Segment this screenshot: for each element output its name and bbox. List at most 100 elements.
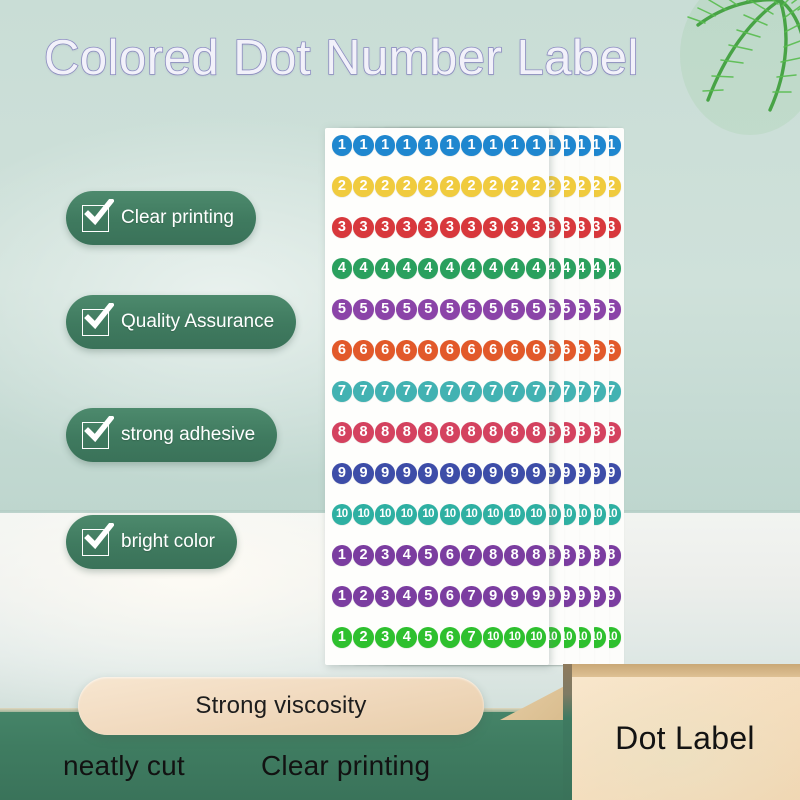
sticker-dot[interactable]: 3	[504, 217, 525, 238]
sticker-dot[interactable]: 10	[504, 627, 525, 648]
sticker-dot[interactable]: 5	[439, 299, 461, 320]
sticker-dot[interactable]: 10	[525, 504, 547, 525]
sticker-dot[interactable]: 5	[417, 627, 439, 648]
sticker-dot[interactable]: 3	[374, 545, 396, 566]
sticker-dot[interactable]: 3	[525, 217, 547, 238]
sticker-dot[interactable]: 4	[439, 258, 461, 279]
sticker-dot[interactable]: 9	[504, 463, 525, 484]
sticker-dot[interactable]: 1	[504, 135, 525, 156]
sticker-dot[interactable]: 10	[417, 504, 439, 525]
sticker-dot[interactable]: 1	[396, 135, 417, 156]
sticker-dot[interactable]: 9	[482, 586, 504, 607]
sticker-dot[interactable]: 5	[482, 299, 504, 320]
sticker-dot[interactable]: 2	[417, 176, 439, 197]
feature-pill-clear-printing[interactable]: Clear printing	[66, 191, 256, 245]
sticker-dot[interactable]: 8	[525, 422, 547, 443]
sticker-dot[interactable]: 8	[482, 545, 504, 566]
sticker-dot[interactable]: 3	[331, 217, 353, 238]
sticker-dot[interactable]: 3	[396, 217, 417, 238]
sticker-dot[interactable]: 4	[396, 627, 417, 648]
sticker-dot[interactable]: 7	[374, 381, 396, 402]
sticker-dot[interactable]: 2	[439, 176, 461, 197]
sticker-dot[interactable]: 6	[482, 340, 504, 361]
sticker-dot[interactable]: 7	[439, 381, 461, 402]
sticker-dot[interactable]: 1	[525, 135, 547, 156]
sticker-dot[interactable]: 8	[439, 422, 461, 443]
sticker-dot[interactable]: 1	[417, 135, 439, 156]
feature-pill-quality-assurance[interactable]: Quality Assurance	[66, 295, 297, 349]
sticker-dot[interactable]: 8	[331, 422, 353, 443]
sticker-dot[interactable]: 9	[461, 463, 482, 484]
sticker-dot[interactable]: 10	[439, 504, 461, 525]
sticker-dot[interactable]: 9	[525, 586, 547, 607]
sticker-dot[interactable]: 3	[374, 217, 396, 238]
sticker-dot[interactable]: 1	[439, 135, 461, 156]
sticker-dot[interactable]: 2	[353, 586, 374, 607]
sticker-dot[interactable]: 2	[331, 176, 353, 197]
sticker-dot[interactable]: 8	[504, 545, 525, 566]
sticker-dot[interactable]: 7	[417, 381, 439, 402]
sticker-dot[interactable]: 6	[461, 340, 482, 361]
sticker-sheet-front[interactable]: 1111111111222222222233333333334444444444…	[325, 128, 549, 665]
sticker-dot[interactable]: 1	[374, 135, 396, 156]
sticker-dot[interactable]: 7	[525, 381, 547, 402]
sticker-dot[interactable]: 8	[353, 422, 374, 443]
sticker-dot[interactable]: 9	[396, 463, 417, 484]
sticker-dot[interactable]: 8	[482, 422, 504, 443]
sticker-dot[interactable]: 3	[374, 627, 396, 648]
sticker-dot[interactable]: 6	[417, 340, 439, 361]
sticker-dot[interactable]: 5	[504, 299, 525, 320]
sticker-dot[interactable]: 3	[439, 217, 461, 238]
sticker-dot[interactable]: 7	[482, 381, 504, 402]
sticker-dot[interactable]: 6	[439, 627, 461, 648]
sticker-dot[interactable]: 7	[331, 381, 353, 402]
sticker-dot[interactable]: 1	[353, 135, 374, 156]
sticker-dot[interactable]: 3	[461, 217, 482, 238]
sticker-dot[interactable]: 9	[374, 463, 396, 484]
sticker-dot[interactable]: 5	[331, 299, 353, 320]
sticker-dot[interactable]: 1	[331, 135, 353, 156]
sticker-dot[interactable]: 1	[482, 135, 504, 156]
sticker-dot[interactable]: 4	[525, 258, 547, 279]
sticker-dot[interactable]: 9	[353, 463, 374, 484]
sticker-dot[interactable]: 9	[439, 463, 461, 484]
sticker-dot[interactable]: 3	[374, 586, 396, 607]
sticker-dot[interactable]: 7	[461, 381, 482, 402]
sticker-dot[interactable]: 5	[396, 299, 417, 320]
sticker-dot[interactable]: 10	[461, 504, 482, 525]
sticker-dot[interactable]: 7	[353, 381, 374, 402]
sticker-dot[interactable]: 6	[374, 340, 396, 361]
sticker-dot[interactable]: 5	[417, 586, 439, 607]
sticker-dot[interactable]: 8	[525, 545, 547, 566]
sticker-dot[interactable]: 2	[353, 627, 374, 648]
sticker-dot[interactable]: 10	[482, 504, 504, 525]
sticker-dot[interactable]: 5	[461, 299, 482, 320]
sticker-dot[interactable]: 5	[374, 299, 396, 320]
sticker-dot[interactable]: 3	[353, 217, 374, 238]
sticker-dot[interactable]: 1	[461, 135, 482, 156]
sticker-dot[interactable]: 10	[525, 627, 547, 648]
sticker-dot[interactable]: 4	[331, 258, 353, 279]
sticker-dot[interactable]: 9	[482, 463, 504, 484]
sticker-dot[interactable]: 6	[439, 340, 461, 361]
sticker-dot[interactable]: 6	[439, 545, 461, 566]
sticker-dot[interactable]: 6	[353, 340, 374, 361]
sticker-dot[interactable]: 7	[461, 586, 482, 607]
sticker-dot[interactable]: 4	[417, 258, 439, 279]
sticker-dot[interactable]: 5	[525, 299, 547, 320]
sticker-dot[interactable]: 2	[353, 545, 374, 566]
sticker-dot[interactable]: 1	[331, 586, 353, 607]
sticker-dot[interactable]: 9	[525, 463, 547, 484]
sticker-dot[interactable]: 6	[396, 340, 417, 361]
sticker-dot[interactable]: 9	[331, 463, 353, 484]
feature-pill-bright-color[interactable]: bright color	[66, 515, 237, 569]
sticker-dot[interactable]: 1	[331, 627, 353, 648]
sticker-dot[interactable]: 6	[439, 586, 461, 607]
sticker-dot[interactable]: 3	[482, 217, 504, 238]
sticker-dot[interactable]: 1	[331, 545, 353, 566]
sticker-dot[interactable]: 9	[417, 463, 439, 484]
sticker-dot[interactable]: 2	[353, 176, 374, 197]
sticker-dot[interactable]: 4	[396, 586, 417, 607]
sticker-dot[interactable]: 4	[396, 258, 417, 279]
sticker-dot[interactable]: 2	[374, 176, 396, 197]
